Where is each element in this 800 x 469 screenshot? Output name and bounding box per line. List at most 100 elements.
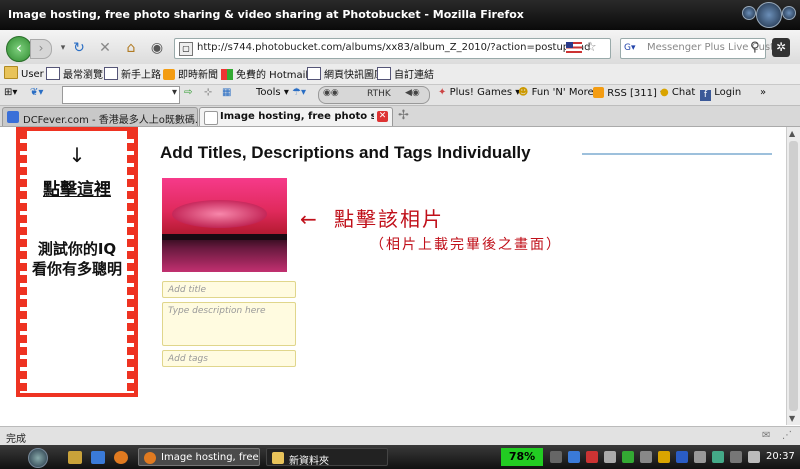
player-station: RTHK — [367, 89, 391, 99]
ad-click-here-link[interactable]: 點擊這裡 — [20, 175, 134, 200]
rss-icon — [593, 87, 604, 98]
volume-tray-icon[interactable] — [748, 451, 760, 463]
annotation-arrow-icon: ← — [300, 207, 317, 231]
us-flag-icon[interactable] — [566, 42, 582, 53]
tray-display-icon[interactable] — [712, 451, 724, 463]
plus-games-button[interactable]: ✦ Plus! Games ▾ — [438, 87, 520, 98]
chat-bubble-icon: ● — [660, 87, 669, 98]
vertical-scrollbar[interactable]: ▲ ▼ — [786, 127, 800, 425]
bookmark-getting-started[interactable]: 新手上路 — [104, 66, 161, 81]
taskbar-firefox-window[interactable]: Image hosting, free ph... — [138, 448, 260, 466]
url-text[interactable]: http://s744.photobucket.com/albums/xx83/… — [197, 42, 591, 53]
scroll-down-icon[interactable]: ▼ — [789, 414, 795, 423]
new-tab-icon[interactable]: ✢ — [398, 108, 409, 123]
tray-messenger-icon[interactable] — [622, 451, 634, 463]
window-titlebar: Image hosting, free photo sharing & vide… — [0, 0, 800, 30]
tray-device-icon[interactable] — [694, 451, 706, 463]
tray-power-icon[interactable] — [730, 451, 742, 463]
page-icon — [104, 67, 118, 80]
page-icon — [377, 67, 391, 80]
tray-sync-icon[interactable] — [640, 451, 652, 463]
volume-icon[interactable]: ◀◉ — [405, 88, 420, 98]
toolbar-weather-icon[interactable]: ☂▾ — [292, 87, 306, 98]
window-controls[interactable] — [738, 0, 796, 30]
back-button[interactable]: ‹ — [6, 36, 32, 62]
rss-button[interactable]: RSS [311] ▾ — [593, 87, 665, 99]
bookmark-star-icon[interactable]: ☆ — [585, 40, 597, 55]
fun-n-more-button[interactable]: ☻ Fun 'N' More ▾ — [518, 87, 602, 98]
bookmark-latest-news[interactable]: 即時新聞 — [163, 66, 218, 81]
folder-icon — [272, 452, 284, 464]
facebook-icon: f — [700, 90, 711, 101]
start-button[interactable] — [28, 448, 48, 468]
folder-icon — [4, 66, 18, 79]
toolbar-menu-icon[interactable]: ⊞▾ — [4, 87, 17, 98]
bookmark-hotmail[interactable]: 免費的 Hotmail — [221, 66, 308, 81]
status-text: 完成 — [6, 434, 26, 445]
page-favicon-icon — [204, 111, 218, 125]
reload-icon[interactable]: ↻ — [70, 40, 88, 56]
title-field[interactable]: Add title — [162, 281, 296, 298]
search-input[interactable]: G▾ Messenger Plus Live Custo — [620, 38, 780, 59]
tools-menu[interactable]: Tools ▾ — [256, 87, 289, 98]
down-arrow-icon: ↓ — [68, 143, 86, 167]
firefox-quicklaunch-icon[interactable] — [114, 451, 128, 464]
tab-photobucket[interactable]: Image hosting, free photo sharin... ✕ — [199, 107, 393, 126]
tray-app-icon[interactable] — [604, 451, 616, 463]
status-mail-icon[interactable]: ✉ — [762, 430, 770, 441]
battery-meter[interactable]: 78% — [501, 448, 543, 466]
tab-dcfever[interactable]: DCFever.com - 香港最多人上o既數碼... — [2, 107, 198, 126]
toolbar-logo-icon[interactable]: ❦▾ — [30, 87, 43, 98]
bookmark-most-visited[interactable]: 最常瀏覽 — [46, 66, 103, 81]
scroll-up-icon[interactable]: ▲ — [789, 129, 795, 138]
bookmark-custom-links[interactable]: 自訂連結 — [377, 66, 434, 81]
tray-network-icon[interactable] — [568, 451, 580, 463]
dcfever-favicon-icon — [7, 111, 19, 123]
bluetooth-icon[interactable] — [676, 451, 688, 463]
toolbar-highlight-icon[interactable]: ▦ — [222, 87, 231, 98]
home-icon[interactable]: ⌂ — [122, 40, 140, 56]
rss-icon — [163, 69, 175, 80]
player-controls-icon[interactable]: ◉◉ — [323, 88, 339, 98]
search-engine-icon[interactable]: G▾ — [624, 42, 642, 54]
system-clock[interactable]: 20:37 — [766, 451, 795, 462]
login-button[interactable]: f Login — [700, 87, 741, 101]
tray-alert-icon[interactable] — [658, 451, 670, 463]
annotation-main-text: 點擊該相片 — [334, 207, 444, 231]
annotation-sub-text: （相片上載完畢後之畫面） — [370, 237, 562, 253]
chat-button[interactable]: ● Chat — [660, 87, 695, 98]
bookmark-user[interactable]: User — [4, 66, 44, 80]
search-magnifier-icon[interactable]: ⚲ — [750, 40, 760, 55]
tray-back-icon[interactable] — [550, 451, 562, 463]
stop-icon[interactable]: ✕ — [96, 40, 114, 56]
firefox-icon — [144, 452, 156, 464]
uploaded-photo-thumbnail[interactable] — [162, 178, 287, 272]
ad-iq-text: 測試你的IQ 看你有多聰明 — [31, 240, 122, 278]
address-bar[interactable]: ▢ http://s744.photobucket.com/albums/xx8… — [174, 38, 611, 59]
extension-gear-icon[interactable]: ✲ — [772, 38, 790, 57]
maximize-orb-icon[interactable] — [756, 2, 782, 28]
ie-icon[interactable] — [91, 451, 105, 464]
iq-test-ad[interactable]: ↓ 點擊這裡 測試你的IQ 看你有多聰明 — [16, 127, 138, 397]
windows-icon — [221, 69, 233, 80]
toolbar-search-dropdown[interactable] — [62, 86, 180, 104]
toolbar-overflow-icon[interactable]: » — [760, 87, 766, 98]
toolbar-go-icon[interactable]: ⇨ — [184, 87, 192, 98]
bookmark-web-slice-gallery[interactable]: 網頁快訊圖庫 — [307, 66, 384, 81]
close-tab-icon[interactable]: ✕ — [377, 111, 388, 122]
description-field[interactable]: Type description here — [162, 302, 296, 346]
page-heading: Add Titles, Descriptions and Tags Indivi… — [160, 143, 531, 162]
tags-field[interactable]: Add tags — [162, 350, 296, 367]
messenger-icon[interactable]: ◉ — [148, 40, 166, 56]
minimize-orb-icon[interactable] — [742, 6, 756, 20]
resize-grip-icon[interactable]: ⋰ — [782, 430, 792, 441]
taskbar-folder-window[interactable]: 新資料夾 — [266, 448, 388, 466]
forward-button[interactable]: › — [30, 39, 52, 59]
heading-rule — [582, 153, 772, 155]
radio-player[interactable]: ◉◉ RTHK ◀◉ — [318, 86, 430, 104]
page-icon — [307, 67, 321, 80]
tray-security-icon[interactable] — [586, 451, 598, 463]
scroll-thumb[interactable] — [789, 141, 798, 411]
show-desktop-icon[interactable] — [68, 451, 82, 464]
close-orb-icon[interactable] — [782, 6, 796, 20]
